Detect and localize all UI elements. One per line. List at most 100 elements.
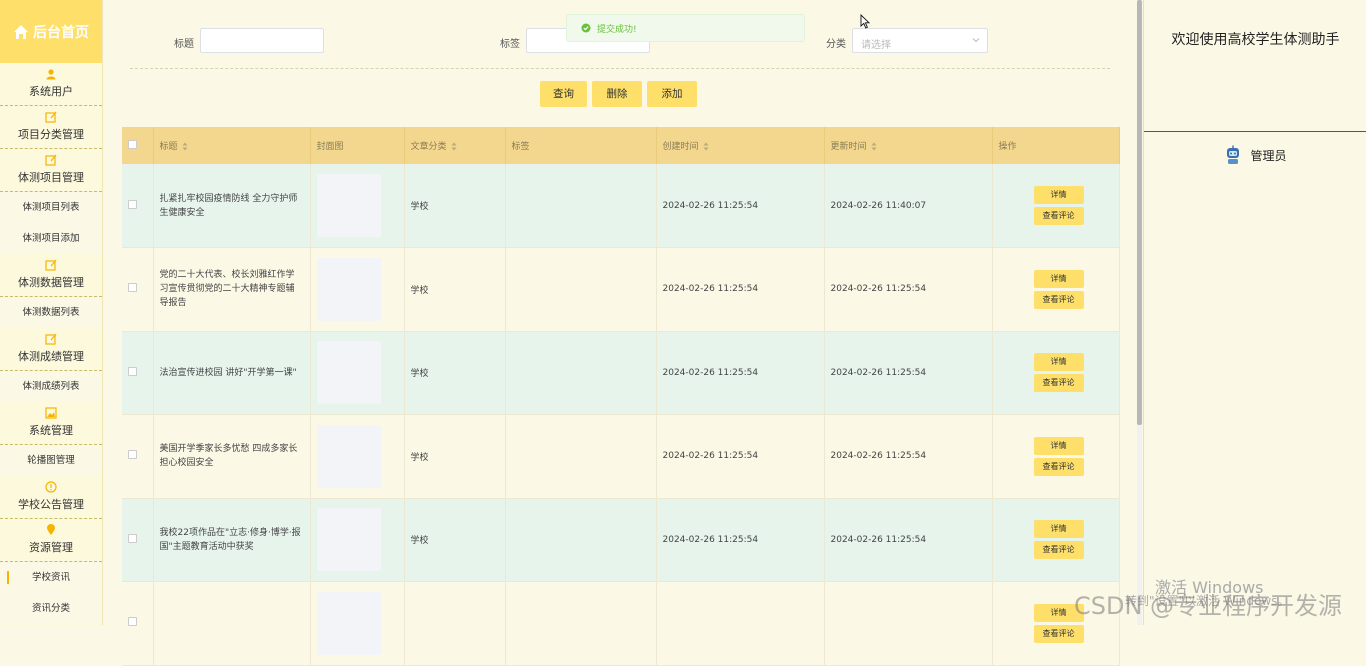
row-tag: [505, 581, 657, 666]
sidebar-item-system-management[interactable]: 系统管理: [0, 402, 102, 445]
row-created: 2024-02-26 11:25:54: [656, 164, 825, 248]
sidebar-item-project-category[interactable]: 项目分类管理: [0, 106, 102, 149]
sort-icon: [871, 142, 877, 151]
row-category: 学校: [404, 164, 506, 248]
detail-button[interactable]: 详情: [1033, 353, 1084, 372]
view-comments-button[interactable]: 查看评论: [1033, 624, 1084, 643]
row-updated: [824, 581, 993, 666]
sidebar-brand[interactable]: 后台首页: [0, 0, 102, 63]
detail-button[interactable]: 详情: [1033, 436, 1084, 455]
info-icon: [45, 481, 57, 493]
sidebar-sub-news-category[interactable]: 资讯分类: [0, 593, 102, 624]
sidebar-sub-test-project-add[interactable]: 体测项目添加: [0, 223, 102, 254]
row-checkbox[interactable]: [128, 283, 137, 293]
row-select-cell: [122, 498, 154, 582]
row-tag: [505, 498, 657, 582]
select-all-checkbox[interactable]: [128, 139, 137, 149]
row-select-cell: [122, 581, 154, 666]
row-updated: 2024-02-26 11:40:07: [824, 164, 993, 248]
scrollbar-thumb[interactable]: [1137, 0, 1142, 425]
col-cover-label: 封面图: [316, 142, 344, 152]
select-all-cell: [122, 127, 154, 164]
row-tag: [505, 164, 657, 248]
sidebar-item-test-project[interactable]: 体测项目管理: [0, 149, 102, 192]
sidebar-item-test-score[interactable]: 体测成绩管理: [0, 328, 102, 371]
table-row: 扎紧扎牢校园疫情防线 全力守护师生健康安全 学校 2024-02-26 11:2…: [122, 164, 1120, 248]
sidebar-item-school-notice[interactable]: 学校公告管理: [0, 476, 102, 519]
row-select-cell: [122, 414, 154, 499]
col-category[interactable]: 文章分类: [404, 127, 506, 164]
user-icon: [46, 69, 56, 80]
sidebar-item-test-data[interactable]: 体测数据管理: [0, 254, 102, 297]
row-created: 2024-02-26 11:25:54: [656, 414, 825, 499]
category-placeholder: 请选择: [861, 40, 891, 51]
title-input[interactable]: [200, 28, 324, 53]
cover-image: [316, 508, 381, 572]
view-comments-button[interactable]: 查看评论: [1033, 541, 1084, 560]
col-title[interactable]: 标题: [153, 127, 311, 164]
view-comments-button[interactable]: 查看评论: [1033, 207, 1084, 225]
col-title-label: 标题: [159, 142, 178, 152]
sidebar-sub-school-news[interactable]: 学校资讯: [0, 562, 102, 593]
detail-button[interactable]: 详情: [1033, 186, 1084, 204]
col-tag: 标签: [505, 127, 657, 164]
row-updated: 2024-02-26 11:25:54: [824, 414, 993, 499]
row-cover: [310, 247, 405, 332]
row-category: 学校: [404, 331, 506, 415]
image-icon: [45, 407, 57, 419]
sidebar-item-system-users[interactable]: 系统用户: [0, 63, 102, 106]
row-checkbox[interactable]: [128, 199, 137, 209]
edit-icon: [45, 111, 57, 123]
row-cover: [310, 581, 405, 666]
query-button[interactable]: 查询: [540, 81, 587, 107]
main-scrollbar[interactable]: [1137, 0, 1142, 625]
detail-button[interactable]: 详情: [1033, 269, 1084, 288]
col-updated[interactable]: 更新时间: [824, 127, 993, 164]
row-tag: [505, 414, 657, 499]
sidebar-sub-test-project-list[interactable]: 体测项目列表: [0, 192, 102, 223]
col-actions-label: 操作: [998, 142, 1017, 152]
row-created: 2024-02-26 11:25:54: [656, 247, 825, 332]
check-circle-icon: [581, 23, 591, 33]
view-comments-button[interactable]: 查看评论: [1033, 457, 1084, 476]
sidebar-item-label: 系统管理: [29, 424, 73, 437]
row-title: 美国开学季家长多忧愁 四成多家长担心校园安全: [153, 414, 311, 499]
category-select[interactable]: 请选择: [852, 28, 988, 53]
sidebar-sub-test-data-list[interactable]: 体测数据列表: [0, 297, 102, 328]
col-cover: 封面图: [310, 127, 405, 164]
row-category: [404, 581, 506, 666]
add-button[interactable]: 添加: [647, 81, 697, 107]
row-cover: [310, 498, 405, 582]
sidebar-sub-carousel[interactable]: 轮播图管理: [0, 445, 102, 476]
sidebar-item-label: 资源管理: [29, 541, 73, 554]
row-tag: [505, 331, 657, 415]
row-actions: 详情 查看评论: [992, 247, 1120, 332]
row-updated: 2024-02-26 11:25:54: [824, 498, 993, 582]
view-comments-button[interactable]: 查看评论: [1033, 374, 1084, 393]
brand-label: 后台首页: [33, 24, 89, 41]
delete-button[interactable]: 删除: [592, 81, 642, 107]
divider: [130, 68, 1110, 69]
detail-button[interactable]: 详情: [1033, 520, 1084, 539]
row-checkbox[interactable]: [128, 366, 137, 376]
sidebar-item-resource[interactable]: 资源管理: [0, 519, 102, 562]
row-created: 2024-02-26 11:25:54: [656, 498, 825, 582]
sidebar-sub-test-score-list[interactable]: 体测成绩列表: [0, 371, 102, 402]
row-select-cell: [122, 247, 154, 332]
sidebar-item-label: 体测成绩管理: [18, 350, 84, 363]
sidebar-item-label: 项目分类管理: [18, 128, 84, 141]
col-actions: 操作: [992, 127, 1120, 164]
sort-icon: [182, 142, 188, 151]
cover-image: [316, 257, 381, 321]
col-created[interactable]: 创建时间: [656, 127, 825, 164]
col-created-label: 创建时间: [662, 142, 699, 152]
admin-info: 管理员: [1144, 145, 1366, 165]
row-select-cell: [122, 164, 154, 248]
admin-name: 管理员: [1250, 148, 1287, 163]
row-checkbox[interactable]: [128, 533, 137, 543]
col-tag-label: 标签: [511, 142, 530, 152]
success-toast: 提交成功!: [566, 14, 805, 42]
row-title: 法治宣传进校园 讲好"开学第一课": [153, 331, 311, 415]
row-checkbox[interactable]: [128, 450, 137, 460]
view-comments-button[interactable]: 查看评论: [1033, 290, 1084, 309]
